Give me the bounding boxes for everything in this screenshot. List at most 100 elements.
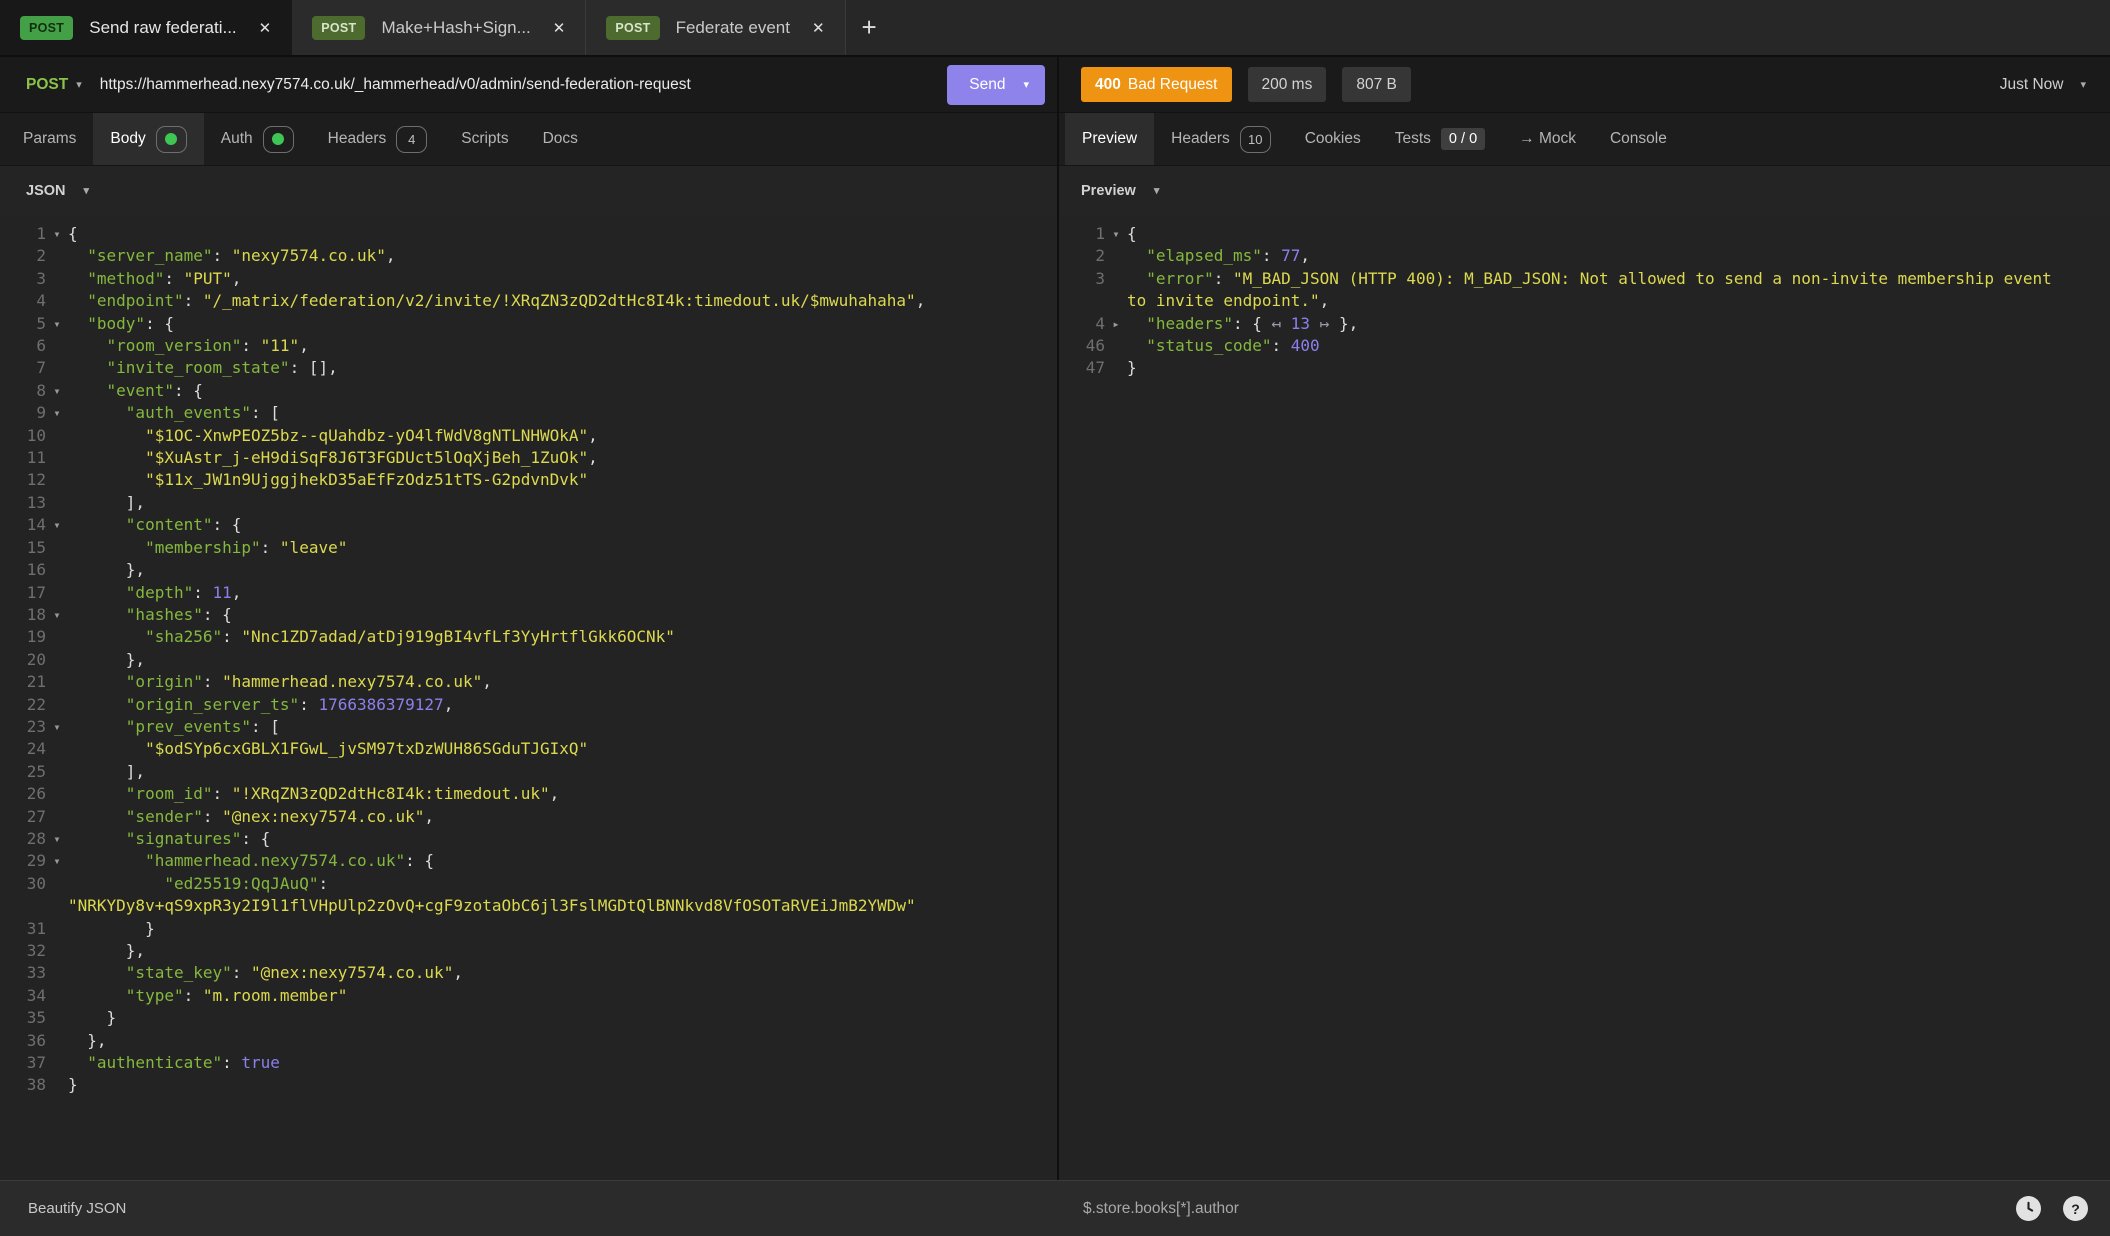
beautify-json-button[interactable]: Beautify JSON <box>28 1200 126 1217</box>
code-text: "sender": "@nex:nexy7574.co.uk", <box>68 806 1057 828</box>
response-status-bar: 400 Bad Request 200 ms 807 B Just Now ▾ <box>1057 57 2110 112</box>
code-text: "room_version": "11", <box>68 335 1057 357</box>
method-badge: POST <box>312 16 365 40</box>
new-tab-button[interactable]: + <box>846 0 893 55</box>
code-text: "error": "M_BAD_JSON (HTTP 400): M_BAD_J… <box>1127 268 2110 290</box>
chevron-down-icon: ▾ <box>1154 184 1160 197</box>
code-line: 16 }, <box>0 559 1057 581</box>
request-tab-send-raw-federation[interactable]: POST Send raw federati... ✕ <box>0 0 292 55</box>
code-text: { <box>68 223 1057 245</box>
response-section-tabs: Preview Headers 10 Cookies Tests 0 / 0 →… <box>1057 113 2110 165</box>
response-headers-count-badge: 10 <box>1240 126 1271 153</box>
fold-toggle-icon[interactable]: ▾ <box>46 514 68 536</box>
fold-toggle-icon[interactable]: ▾ <box>1105 223 1127 245</box>
code-line: 11 "$XuAstr_j-eH9diSqF8J6T3FGDUct5lOqXjB… <box>0 447 1057 469</box>
fold-toggle-icon[interactable]: ▸ <box>1105 313 1127 335</box>
request-tab-federate-event[interactable]: POST Federate event ✕ <box>586 0 845 55</box>
chevron-down-icon: ▾ <box>84 184 90 197</box>
tab-mock[interactable]: → Mock <box>1502 113 1593 165</box>
line-number: 22 <box>0 694 46 716</box>
line-number: 21 <box>0 671 46 693</box>
jsonpath-filter-input[interactable]: $.store.books[*].author <box>1083 1200 1994 1218</box>
close-icon[interactable]: ✕ <box>812 19 825 37</box>
line-number: 30 <box>0 873 46 895</box>
fold-toggle-icon[interactable]: ▾ <box>46 604 68 626</box>
request-body-editor[interactable]: 1▾{2 "server_name": "nexy7574.co.uk",3 "… <box>0 215 1057 1180</box>
line-number: 35 <box>0 1007 46 1029</box>
tab-body[interactable]: Body <box>93 113 203 165</box>
line-number <box>0 895 46 917</box>
tab-params-label: Params <box>23 130 76 148</box>
request-tab-make-hash-sign[interactable]: POST Make+Hash+Sign... ✕ <box>292 0 586 55</box>
send-button[interactable]: Send ▾ <box>947 65 1045 105</box>
code-line: 18▾ "hashes": { <box>0 604 1057 626</box>
line-number: 15 <box>0 537 46 559</box>
code-text: "$odSYp6cxGBLX1FGwL_jvSM97txDzWUH86SGduT… <box>68 738 1057 760</box>
code-line: 3 "error": "M_BAD_JSON (HTTP 400): M_BAD… <box>1059 268 2110 290</box>
tab-title: Send raw federati... <box>89 18 236 38</box>
line-number: 17 <box>0 582 46 604</box>
code-line: 17 "depth": 11, <box>0 582 1057 604</box>
request-section-tabs: Params Body Auth Headers 4 Scripts Docs <box>0 113 1057 165</box>
pane-divider[interactable] <box>1057 57 1059 1236</box>
tab-scripts[interactable]: Scripts <box>444 113 525 165</box>
close-icon[interactable]: ✕ <box>259 19 272 37</box>
tab-headers[interactable]: Headers 4 <box>311 113 445 165</box>
footer-bar: Beautify JSON $.store.books[*].author ? <box>0 1180 2110 1236</box>
time-ago-label: Just Now <box>2000 76 2064 94</box>
chevron-down-icon[interactable]: ▾ <box>76 78 82 91</box>
line-number: 3 <box>1059 268 1105 290</box>
fold-gutter <box>46 335 68 357</box>
code-line: 25 ], <box>0 761 1057 783</box>
code-line: 31 } <box>0 918 1057 940</box>
tab-response-headers[interactable]: Headers 10 <box>1154 113 1288 165</box>
help-icon[interactable]: ? <box>2063 1196 2088 1221</box>
preview-mode-dropdown[interactable]: Preview ▾ <box>1081 183 1159 199</box>
fold-gutter <box>46 559 68 581</box>
line-number: 2 <box>1059 245 1105 267</box>
url-input[interactable]: https://hammerhead.nexy7574.co.uk/_hamme… <box>100 76 948 94</box>
response-size-badge: 807 B <box>1342 67 1411 102</box>
fold-toggle-icon[interactable]: ▾ <box>46 402 68 424</box>
tab-tests[interactable]: Tests 0 / 0 <box>1378 113 1502 165</box>
response-preview-editor[interactable]: 1▾{2 "elapsed_ms": 77,3 "error": "M_BAD_… <box>1059 215 2110 1180</box>
fold-toggle-icon[interactable]: ▾ <box>46 850 68 872</box>
line-number: 36 <box>0 1030 46 1052</box>
fold-toggle-icon[interactable]: ▾ <box>46 716 68 738</box>
body-mode-dropdown[interactable]: JSON ▾ <box>26 183 89 199</box>
tab-cookies[interactable]: Cookies <box>1288 113 1378 165</box>
fold-gutter <box>46 245 68 267</box>
history-clock-icon[interactable] <box>2016 1196 2041 1221</box>
fold-gutter <box>46 469 68 491</box>
code-line: 8▾ "event": { <box>0 380 1057 402</box>
tab-console[interactable]: Console <box>1593 113 1684 165</box>
tests-count-badge: 0 / 0 <box>1441 128 1485 150</box>
fold-toggle-icon[interactable]: ▾ <box>46 313 68 335</box>
code-text: "signatures": { <box>68 828 1057 850</box>
response-history-dropdown[interactable]: Just Now ▾ <box>2000 76 2086 94</box>
tab-preview[interactable]: Preview <box>1065 113 1154 165</box>
code-line: to invite endpoint.", <box>1059 290 2110 312</box>
line-number: 1 <box>1059 223 1105 245</box>
fold-gutter <box>46 626 68 648</box>
fold-toggle-icon[interactable]: ▾ <box>46 828 68 850</box>
line-number: 24 <box>0 738 46 760</box>
code-text: { <box>1127 223 2110 245</box>
fold-toggle-icon[interactable]: ▾ <box>46 223 68 245</box>
line-number: 10 <box>0 425 46 447</box>
send-options-chevron-icon[interactable]: ▾ <box>1023 78 1029 91</box>
code-text: "invite_room_state": [], <box>68 357 1057 379</box>
line-number: 25 <box>0 761 46 783</box>
fold-gutter <box>46 895 68 917</box>
body-mode-label: JSON <box>26 183 66 199</box>
close-icon[interactable]: ✕ <box>553 19 566 37</box>
code-line: 3 "method": "PUT", <box>0 268 1057 290</box>
tab-params[interactable]: Params <box>6 113 93 165</box>
tab-auth[interactable]: Auth <box>204 113 311 165</box>
code-text: "NRKYDy8v+qS9xpR3y2I9l1flVHpUlp2zOvQ+cgF… <box>68 895 1057 917</box>
section-tabs-row: Params Body Auth Headers 4 Scripts Docs <box>0 113 2110 166</box>
tab-docs[interactable]: Docs <box>526 113 595 165</box>
fold-toggle-icon[interactable]: ▾ <box>46 380 68 402</box>
method-select[interactable]: POST <box>26 76 68 94</box>
line-number: 26 <box>0 783 46 805</box>
